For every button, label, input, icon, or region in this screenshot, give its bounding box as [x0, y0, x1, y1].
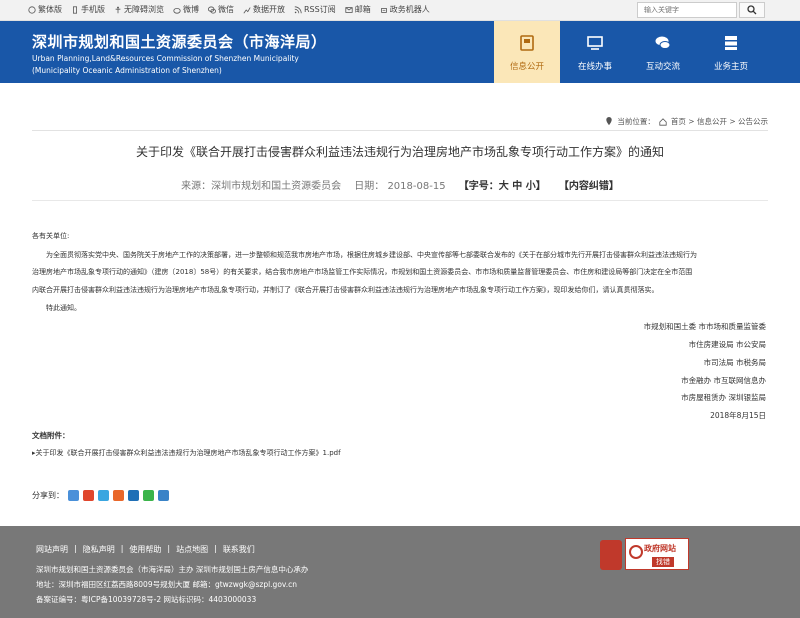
document-icon	[520, 34, 534, 51]
wechat-share-icon[interactable]	[143, 490, 154, 501]
divider	[32, 130, 768, 131]
gov-site-error-badge[interactable]: 政府网站 找错	[625, 538, 689, 570]
mobile-link[interactable]: 手机版	[71, 4, 105, 15]
chart-icon	[243, 6, 251, 13]
article-date: 日期： 2018-08-15	[354, 181, 446, 192]
mail-link[interactable]: 邮箱	[345, 4, 371, 15]
tencent-weibo-icon[interactable]	[98, 490, 109, 501]
wechat-icon	[208, 6, 216, 14]
share-label: 分享到：	[32, 491, 64, 500]
signature-line: 市房屋租赁办 深圳银监局	[681, 393, 766, 402]
footer-link-statement[interactable]: 网站声明	[36, 544, 68, 555]
footer-link-sitemap[interactable]: 站点地图	[176, 544, 208, 555]
site-header: 深圳市规划和国土资源委员会（市海洋局） Urban Planning,Land&…	[0, 21, 800, 83]
breadcrumb: 当前位置： 首页 > 信息公开 > 公告公示	[605, 116, 768, 127]
wechat-link[interactable]: 微信	[208, 4, 234, 15]
weibo-share-icon[interactable]	[83, 490, 94, 501]
site-title[interactable]: 深圳市规划和国土资源委员会（市海洋局）	[32, 31, 327, 52]
footer-link-help[interactable]: 使用帮助	[129, 544, 161, 555]
home-icon	[659, 117, 667, 126]
footer-icp: 备案证编号：粤ICP备10039728号-2 网站标识码：4403000033	[36, 595, 257, 604]
site-title-en-2: (Municipality Oceanic Administration of …	[32, 66, 222, 75]
attachment-label: 文档附件：	[32, 431, 70, 440]
signature-date: 2018年8月15日	[710, 411, 766, 420]
nav-info-disclosure[interactable]: 信息公开	[494, 21, 560, 83]
search-button[interactable]	[739, 2, 765, 18]
nav-interaction[interactable]: 互动交流	[630, 21, 696, 83]
search-input[interactable]	[637, 2, 737, 18]
magnifier-icon	[629, 545, 643, 559]
footer-sponsor: 深圳市规划和国土资源委员会（市海洋局）主办 深圳市规划国土房产信息中心承办	[36, 565, 309, 574]
closing: 特此通知。	[46, 304, 81, 312]
article-source: 来源：深圳市规划和国土资源委员会	[181, 181, 342, 192]
rss-icon	[294, 5, 302, 13]
paragraph: 为全面贯彻落实党中央、国务院关于房地产工作的决策部署，进一步整顿和规范我市房地产…	[46, 251, 697, 259]
weibo-link[interactable]: 微博	[173, 4, 199, 15]
phone-icon	[73, 5, 77, 14]
weibo-icon	[173, 7, 181, 14]
server-icon	[725, 35, 737, 50]
divider	[32, 200, 768, 201]
accessibility-link[interactable]: 无障碍浏览	[114, 4, 164, 15]
globe-icon	[28, 5, 36, 14]
robot-icon	[380, 7, 387, 13]
search-icon	[747, 5, 757, 15]
mail-icon	[345, 6, 353, 13]
site-title-en-1: Urban Planning,Land&Resources Commission…	[32, 54, 299, 63]
qzone-icon[interactable]	[68, 490, 79, 501]
site-footer: 网站声明 | 隐私声明 | 使用帮助 | 站点地图 | 联系我们 深圳市规划和国土资源委…	[0, 526, 800, 618]
accessibility-icon	[115, 6, 121, 13]
renren-icon[interactable]	[113, 490, 124, 501]
salutation: 各有关单位:	[32, 232, 70, 240]
paragraph: 内联合开展打击侵害群众利益违法违规行为治理房地产市场乱象专项行动，并制订了《联合…	[32, 286, 659, 294]
robot-link[interactable]: 政务机器人	[380, 4, 430, 15]
party-emblem-icon[interactable]	[600, 540, 622, 570]
open-data-link[interactable]: 数据开放	[243, 4, 285, 15]
people-icon[interactable]	[128, 490, 139, 501]
utility-links: 繁体版 手机版 无障碍浏览 微博 微信 数据开放 RSS订阅 邮箱 政务机器人	[28, 4, 430, 15]
traditional-link[interactable]: 繁体版	[28, 4, 62, 15]
signature-line: 市规划和国土委 市市场和质量监管委	[643, 322, 766, 331]
more-share-icon[interactable]	[158, 490, 169, 501]
share-bar: 分享到：	[32, 490, 169, 501]
attachment-link[interactable]: ▸关于印发《联合开展打击侵害群众利益违法违规行为治理房地产市场乱象专项行动工作方…	[32, 448, 341, 458]
signature-line: 市金融办 市互联网信息办	[681, 376, 766, 385]
nav-online-services[interactable]: 在线办事	[562, 21, 628, 83]
article-meta: 来源：深圳市规划和国土资源委员会 日期： 2018-08-15 【字号：大 中 …	[0, 177, 800, 192]
footer-address: 地址：深圳市福田区红荔西路8009号规划大厦 邮箱：gtwzwgk@szpl.g…	[36, 580, 298, 589]
error-report-link[interactable]: 【内容纠错】	[559, 181, 619, 192]
breadcrumb-path[interactable]: 首页 > 信息公开 > 公告公示	[671, 116, 768, 127]
footer-link-privacy[interactable]: 隐私声明	[83, 544, 115, 555]
chat-icon	[655, 36, 671, 49]
location-pin-icon	[606, 117, 613, 126]
footer-link-contact[interactable]: 联系我们	[223, 544, 255, 555]
signature-line: 市司法局 市税务局	[703, 358, 766, 367]
footer-links: 网站声明 | 隐私声明 | 使用帮助 | 站点地图 | 联系我们	[36, 544, 255, 555]
rss-link[interactable]: RSS订阅	[294, 4, 336, 15]
top-utility-bar: 繁体版 手机版 无障碍浏览 微博 微信 数据开放 RSS订阅 邮箱 政务机器人	[0, 0, 800, 21]
article-title: 关于印发《联合开展打击侵害群众利益违法违规行为治理房地产市场乱象专项行动工作方案…	[135, 145, 664, 159]
signature-line: 市住房建设局 市公安局	[688, 340, 766, 349]
font-size-control[interactable]: 【字号：大 中 小】	[459, 181, 546, 192]
nav-business-home[interactable]: 业务主页	[698, 21, 764, 83]
paragraph: 治理房地产市场乱象专项行动的通知》（建房〔2018〕58号）的有关要求，结合我市…	[32, 268, 693, 276]
monitor-icon	[587, 35, 603, 50]
